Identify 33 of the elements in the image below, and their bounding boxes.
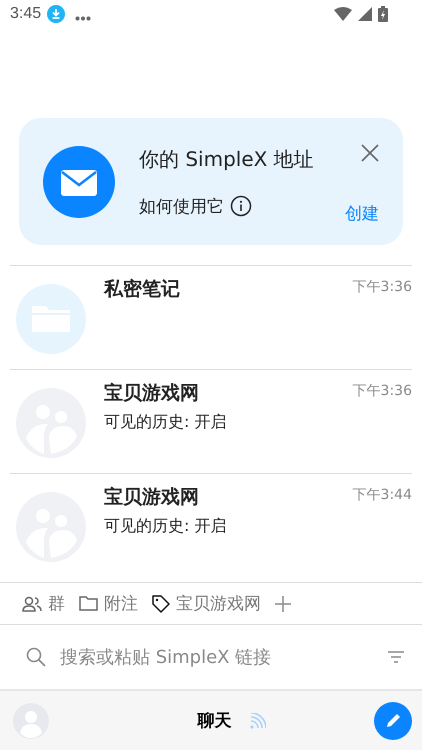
filter-icon[interactable] — [388, 651, 404, 663]
card-title: 你的 SimpleX 地址 — [139, 146, 315, 172]
chat-name[interactable]: 私密笔记 — [104, 276, 353, 302]
folder-icon[interactable] — [79, 596, 98, 611]
chat-time: 下午3:36 — [352, 278, 412, 296]
signal-waves-icon — [250, 712, 266, 728]
folder-avatar-icon — [16, 284, 86, 354]
filter-tab[interactable]: 附注 — [104, 592, 138, 615]
help-link[interactable]: 如何使用它 — [139, 194, 224, 218]
more-icon — [75, 16, 92, 20]
chat-time: 下午3:36 — [352, 382, 412, 400]
add-icon[interactable] — [275, 596, 291, 612]
tag-icon[interactable] — [152, 594, 170, 612]
screen-title: 聊天 — [198, 710, 232, 732]
wifi-icon — [334, 7, 352, 21]
close-icon[interactable] — [361, 144, 379, 162]
download-icon — [47, 5, 66, 23]
search-icon — [26, 647, 46, 667]
chat-preview: 可见的历史: 开启 — [104, 412, 228, 433]
chat-name[interactable]: 宝贝游戏网 — [104, 380, 353, 406]
battery-icon — [378, 6, 388, 22]
filter-tab[interactable]: 宝贝游戏网 — [176, 592, 261, 615]
status-time: 3:45 — [10, 5, 42, 23]
signal-icon — [358, 7, 372, 21]
chat-time: 下午3:44 — [352, 486, 412, 504]
filter-tab[interactable]: 群 — [48, 592, 65, 615]
search-field[interactable]: 搜索或粘贴 SimpleX 链接 — [60, 646, 374, 668]
info-icon[interactable] — [230, 195, 252, 217]
chat-preview: 可见的历史: 开启 — [104, 516, 228, 537]
compose-button[interactable] — [374, 702, 412, 740]
envelope-icon — [43, 146, 115, 218]
chat-name[interactable]: 宝贝游戏网 — [104, 484, 353, 510]
people-icon[interactable] — [22, 596, 42, 612]
